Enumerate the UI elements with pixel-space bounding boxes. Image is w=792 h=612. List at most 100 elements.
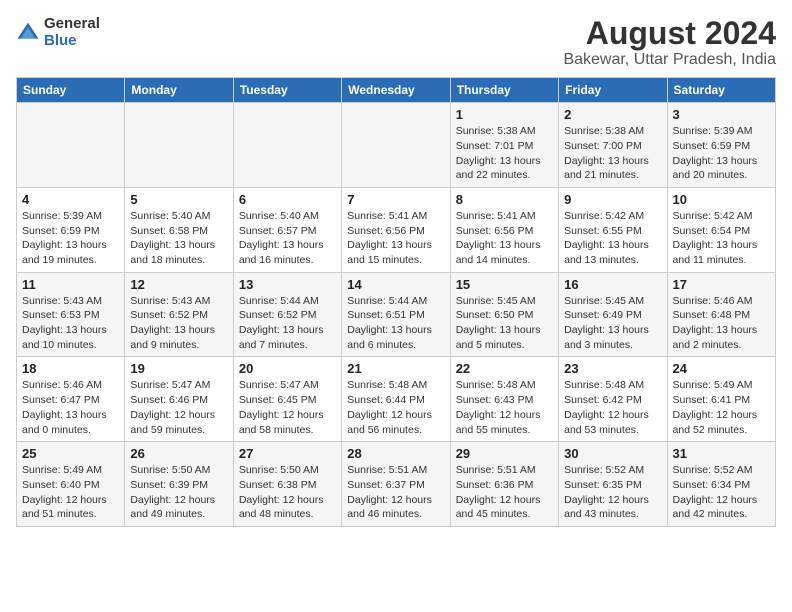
day-cell xyxy=(233,103,341,188)
day-cell xyxy=(17,103,125,188)
header-monday: Monday xyxy=(125,78,233,103)
day-cell: 6Sunrise: 5:40 AM Sunset: 6:57 PM Daylig… xyxy=(233,187,341,272)
day-number: 31 xyxy=(673,446,770,461)
day-info: Sunrise: 5:51 AM Sunset: 6:37 PM Dayligh… xyxy=(347,463,444,522)
day-number: 22 xyxy=(456,361,553,376)
day-info: Sunrise: 5:49 AM Sunset: 6:40 PM Dayligh… xyxy=(22,463,119,522)
day-cell: 8 Sunrise: 5:41 AM Sunset: 6:56 PM Daylig… xyxy=(450,187,558,272)
day-cell: 3 Sunrise: 5:39 AM Sunset: 6:59 PM Daylig… xyxy=(667,103,775,188)
week-row-5: 25 Sunrise: 5:49 AM Sunset: 6:40 PM Dayli… xyxy=(17,442,776,527)
subtitle: Bakewar, Uttar Pradesh, India xyxy=(563,51,776,69)
header-sunday: Sunday xyxy=(17,78,125,103)
day-number: 28 xyxy=(347,446,444,461)
week-row-4: 18 Sunrise: 5:46 AM Sunset: 6:47 PM Dayli… xyxy=(17,357,776,442)
day-cell: 4 Sunrise: 5:39 AM Sunset: 6:59 PM Daylig… xyxy=(17,187,125,272)
day-number: 4 xyxy=(22,192,119,207)
day-info: Sunrise: 5:51 AM Sunset: 6:36 PM Dayligh… xyxy=(456,463,553,522)
header-wednesday: Wednesday xyxy=(342,78,450,103)
day-info: Sunrise: 5:47 AM Sunset: 6:45 PM Dayligh… xyxy=(239,378,336,437)
day-cell: 16Sunrise: 5:45 AM Sunset: 6:49 PM Dayli… xyxy=(559,272,667,357)
day-cell: 20 Sunrise: 5:47 AM Sunset: 6:45 PM Dayli… xyxy=(233,357,341,442)
day-number: 13 xyxy=(239,277,336,292)
day-number: 8 xyxy=(456,192,553,207)
day-info: Sunrise: 5:44 AM Sunset: 6:52 PM Dayligh… xyxy=(239,294,336,353)
day-info: Sunrise: 5:49 AM Sunset: 6:41 PM Dayligh… xyxy=(673,378,770,437)
week-row-2: 4 Sunrise: 5:39 AM Sunset: 6:59 PM Daylig… xyxy=(17,187,776,272)
day-number: 7 xyxy=(347,192,444,207)
day-number: 18 xyxy=(22,361,119,376)
day-number: 15 xyxy=(456,277,553,292)
day-number: 2 xyxy=(564,107,661,122)
day-info: Sunrise: 5:46 AM Sunset: 6:48 PM Dayligh… xyxy=(673,294,770,353)
day-info: Sunrise: 5:48 AM Sunset: 6:43 PM Dayligh… xyxy=(456,378,553,437)
header-friday: Friday xyxy=(559,78,667,103)
day-info: Sunrise: 5:39 AM Sunset: 6:59 PM Dayligh… xyxy=(673,124,770,183)
day-cell: 19 Sunrise: 5:47 AM Sunset: 6:46 PM Dayli… xyxy=(125,357,233,442)
day-info: Sunrise: 5:46 AM Sunset: 6:47 PM Dayligh… xyxy=(22,378,119,437)
day-cell: 26Sunrise: 5:50 AM Sunset: 6:39 PM Dayli… xyxy=(125,442,233,527)
day-info: Sunrise: 5:38 AM Sunset: 7:01 PM Dayligh… xyxy=(456,124,553,183)
day-cell: 1Sunrise: 5:38 AM Sunset: 7:01 PM Daylig… xyxy=(450,103,558,188)
header-saturday: Saturday xyxy=(667,78,775,103)
day-info: Sunrise: 5:50 AM Sunset: 6:38 PM Dayligh… xyxy=(239,463,336,522)
day-number: 19 xyxy=(130,361,227,376)
main-title: August 2024 xyxy=(563,16,776,51)
day-number: 26 xyxy=(130,446,227,461)
day-info: Sunrise: 5:52 AM Sunset: 6:34 PM Dayligh… xyxy=(673,463,770,522)
day-cell xyxy=(125,103,233,188)
day-cell: 14Sunrise: 5:44 AM Sunset: 6:51 PM Dayli… xyxy=(342,272,450,357)
day-info: Sunrise: 5:42 AM Sunset: 6:55 PM Dayligh… xyxy=(564,209,661,268)
day-info: Sunrise: 5:40 AM Sunset: 6:58 PM Dayligh… xyxy=(130,209,227,268)
day-number: 6 xyxy=(239,192,336,207)
day-cell: 2 Sunrise: 5:38 AM Sunset: 7:00 PM Daylig… xyxy=(559,103,667,188)
day-info: Sunrise: 5:42 AM Sunset: 6:54 PM Dayligh… xyxy=(673,209,770,268)
day-info: Sunrise: 5:38 AM Sunset: 7:00 PM Dayligh… xyxy=(564,124,661,183)
calendar-table: SundayMondayTuesdayWednesdayThursdayFrid… xyxy=(16,77,776,527)
day-number: 3 xyxy=(673,107,770,122)
logo-blue: Blue xyxy=(44,33,100,50)
day-info: Sunrise: 5:47 AM Sunset: 6:46 PM Dayligh… xyxy=(130,378,227,437)
day-cell: 12Sunrise: 5:43 AM Sunset: 6:52 PM Dayli… xyxy=(125,272,233,357)
day-number: 10 xyxy=(673,192,770,207)
day-number: 9 xyxy=(564,192,661,207)
day-info: Sunrise: 5:41 AM Sunset: 6:56 PM Dayligh… xyxy=(347,209,444,268)
logo-icon xyxy=(16,21,40,45)
page-header: General Blue August 2024 Bakewar, Uttar … xyxy=(16,16,776,69)
calendar-body: 1Sunrise: 5:38 AM Sunset: 7:01 PM Daylig… xyxy=(17,103,776,527)
day-cell: 10 Sunrise: 5:42 AM Sunset: 6:54 PM Dayli… xyxy=(667,187,775,272)
day-info: Sunrise: 5:41 AM Sunset: 6:56 PM Dayligh… xyxy=(456,209,553,268)
day-info: Sunrise: 5:52 AM Sunset: 6:35 PM Dayligh… xyxy=(564,463,661,522)
day-number: 16 xyxy=(564,277,661,292)
day-cell: 18 Sunrise: 5:46 AM Sunset: 6:47 PM Dayli… xyxy=(17,357,125,442)
calendar-header: SundayMondayTuesdayWednesdayThursdayFrid… xyxy=(17,78,776,103)
day-cell: 28 Sunrise: 5:51 AM Sunset: 6:37 PM Dayli… xyxy=(342,442,450,527)
week-row-3: 11 Sunrise: 5:43 AM Sunset: 6:53 PM Dayli… xyxy=(17,272,776,357)
day-number: 23 xyxy=(564,361,661,376)
logo-general: General xyxy=(44,16,100,33)
day-info: Sunrise: 5:43 AM Sunset: 6:53 PM Dayligh… xyxy=(22,294,119,353)
day-cell xyxy=(342,103,450,188)
day-number: 29 xyxy=(456,446,553,461)
day-number: 12 xyxy=(130,277,227,292)
day-number: 11 xyxy=(22,277,119,292)
header-thursday: Thursday xyxy=(450,78,558,103)
week-row-1: 1Sunrise: 5:38 AM Sunset: 7:01 PM Daylig… xyxy=(17,103,776,188)
day-number: 20 xyxy=(239,361,336,376)
logo: General Blue xyxy=(16,16,100,49)
day-info: Sunrise: 5:48 AM Sunset: 6:42 PM Dayligh… xyxy=(564,378,661,437)
title-area: August 2024 Bakewar, Uttar Pradesh, Indi… xyxy=(563,16,776,69)
day-cell: 21Sunrise: 5:48 AM Sunset: 6:44 PM Dayli… xyxy=(342,357,450,442)
day-cell: 29 Sunrise: 5:51 AM Sunset: 6:36 PM Dayli… xyxy=(450,442,558,527)
day-number: 25 xyxy=(22,446,119,461)
day-cell: 24Sunrise: 5:49 AM Sunset: 6:41 PM Dayli… xyxy=(667,357,775,442)
day-cell: 11 Sunrise: 5:43 AM Sunset: 6:53 PM Dayli… xyxy=(17,272,125,357)
day-cell: 30Sunrise: 5:52 AM Sunset: 6:35 PM Dayli… xyxy=(559,442,667,527)
day-cell: 23 Sunrise: 5:48 AM Sunset: 6:42 PM Dayli… xyxy=(559,357,667,442)
day-number: 5 xyxy=(130,192,227,207)
day-cell: 22 Sunrise: 5:48 AM Sunset: 6:43 PM Dayli… xyxy=(450,357,558,442)
day-cell: 25 Sunrise: 5:49 AM Sunset: 6:40 PM Dayli… xyxy=(17,442,125,527)
day-info: Sunrise: 5:39 AM Sunset: 6:59 PM Dayligh… xyxy=(22,209,119,268)
day-cell: 17Sunrise: 5:46 AM Sunset: 6:48 PM Dayli… xyxy=(667,272,775,357)
day-cell: 9 Sunrise: 5:42 AM Sunset: 6:55 PM Daylig… xyxy=(559,187,667,272)
day-number: 27 xyxy=(239,446,336,461)
